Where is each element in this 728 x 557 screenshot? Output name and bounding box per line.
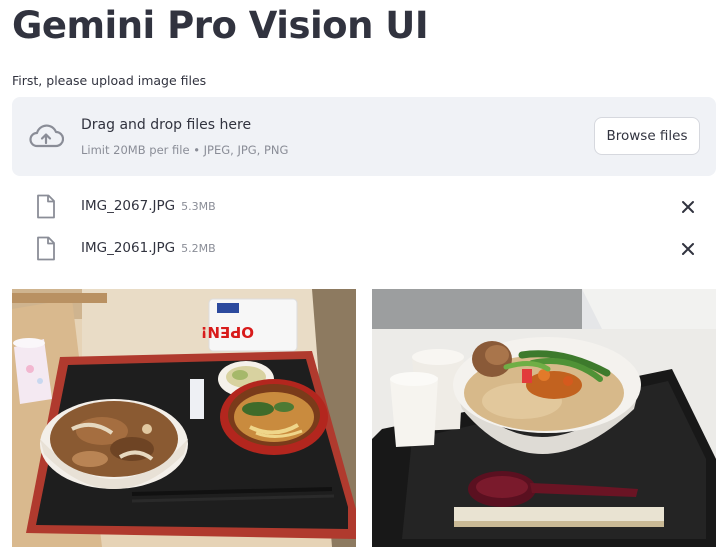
file-name: IMG_2067.JPG 5.3MB [81, 198, 216, 214]
uploaded-image-gyudon: OPEN! [12, 289, 356, 547]
close-icon[interactable] [678, 239, 698, 259]
browse-files-button[interactable]: Browse files [594, 117, 700, 155]
file-name: IMG_2061.JPG 5.2MB [81, 240, 216, 256]
gyudon-bowl [40, 399, 188, 489]
file-size: 5.2MB [181, 242, 216, 255]
file-name-text: IMG_2061.JPG [81, 240, 176, 256]
cloud-upload-icon [29, 124, 64, 148]
uploaded-image-ramen [372, 289, 716, 547]
dropzone-limits: Limit 20MB per file • JPEG, JPG, PNG [81, 143, 289, 157]
page-title: Gemini Pro Vision UI [12, 4, 429, 47]
chopsticks-sleeve [454, 507, 664, 527]
dropzone-title: Drag and drop files here [81, 117, 252, 133]
close-icon[interactable] [678, 197, 698, 217]
miso-soup-bowl [220, 379, 328, 455]
uploader-label: First, please upload image files [12, 73, 207, 88]
file-name-text: IMG_2067.JPG [81, 198, 176, 214]
svg-text:OPEN!: OPEN! [201, 323, 254, 341]
file-dropzone[interactable]: Drag and drop files here Limit 20MB per … [12, 97, 716, 176]
file-icon [37, 194, 55, 219]
file-icon [37, 236, 55, 261]
uploaded-file-row: IMG_2067.JPG 5.3MB [12, 189, 716, 225]
file-size: 5.3MB [181, 200, 216, 213]
uploaded-file-row: IMG_2061.JPG 5.2MB [12, 231, 716, 267]
open-sign: OPEN! [201, 298, 298, 352]
